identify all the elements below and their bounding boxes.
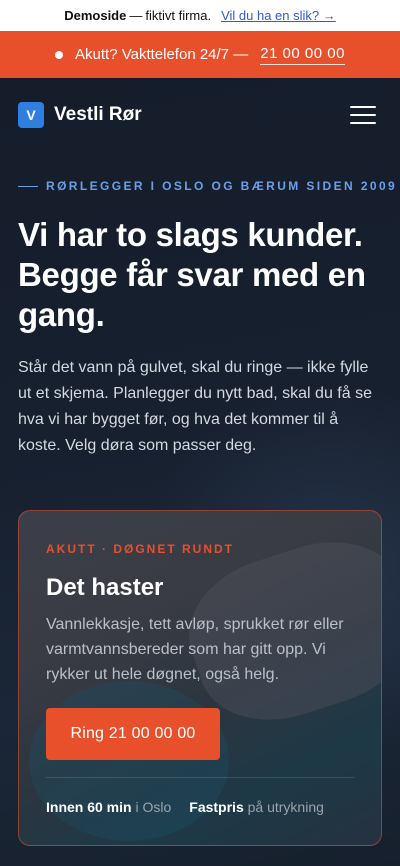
hero-section: V Vestli Rør RØRLEGGER I OSLO OG BÆRUM S… [0, 78, 400, 866]
card-facts: Innen 60 min i Oslo Fastpris på utryknin… [46, 799, 342, 815]
demo-banner-strong: Demoside [64, 8, 127, 23]
demo-banner-separator: — [129, 8, 143, 23]
fact-fixed-price: Fastpris på utrykning [189, 799, 324, 815]
logo-icon: V [18, 102, 44, 128]
eyebrow-line [18, 185, 38, 187]
call-button[interactable]: Ring 21 00 00 00 [46, 708, 220, 760]
card-tag: AKUTT · DØGNET RUNDT [46, 542, 234, 556]
emergency-phone-link[interactable]: 21 00 00 00 [260, 45, 345, 65]
demo-banner-link[interactable]: Vil du ha en slik? → [221, 8, 336, 23]
card-title: Det haster [46, 574, 164, 601]
demo-banner-text: fiktivt firma. [145, 8, 212, 23]
brand-link[interactable]: V Vestli Rør [18, 102, 142, 128]
hero-eyebrow: RØRLEGGER I OSLO OG BÆRUM SIDEN 2009 [18, 179, 397, 193]
emergency-text: Akutt? Vakttelefon 24/7 — [75, 46, 249, 63]
demo-banner: Demoside — fiktivt firma. Vil du ha en s… [0, 0, 400, 31]
hero-headline: Vi har to slags kunder. Begge får svar m… [18, 216, 366, 333]
emergency-bar: Akutt? Vakttelefon 24/7 — 21 00 00 00 [0, 31, 400, 78]
eyebrow-text: RØRLEGGER I OSLO OG BÆRUM SIDEN 2009 [46, 179, 398, 193]
top-nav: V Vestli Rør [18, 102, 376, 128]
card-text: Vannlekkasje, tett avløp, sprukket rør e… [46, 616, 344, 683]
fact-strong: Innen 60 min [46, 799, 132, 815]
card-divider [46, 777, 354, 778]
fact-response-time: Innen 60 min i Oslo [46, 799, 171, 815]
fact-rest: i Oslo [135, 799, 172, 815]
fact-rest: på utrykning [247, 799, 324, 815]
fact-strong: Fastpris [189, 799, 244, 815]
emergency-card: AKUTT · DØGNET RUNDT Det haster Vannlekk… [18, 510, 382, 846]
status-dot-icon [55, 50, 64, 59]
hero-lead: Står det vann på gulvet, skal du ringe —… [18, 359, 372, 454]
brand-name: Vestli Rør [54, 104, 142, 125]
hamburger-menu-icon[interactable] [350, 106, 376, 124]
